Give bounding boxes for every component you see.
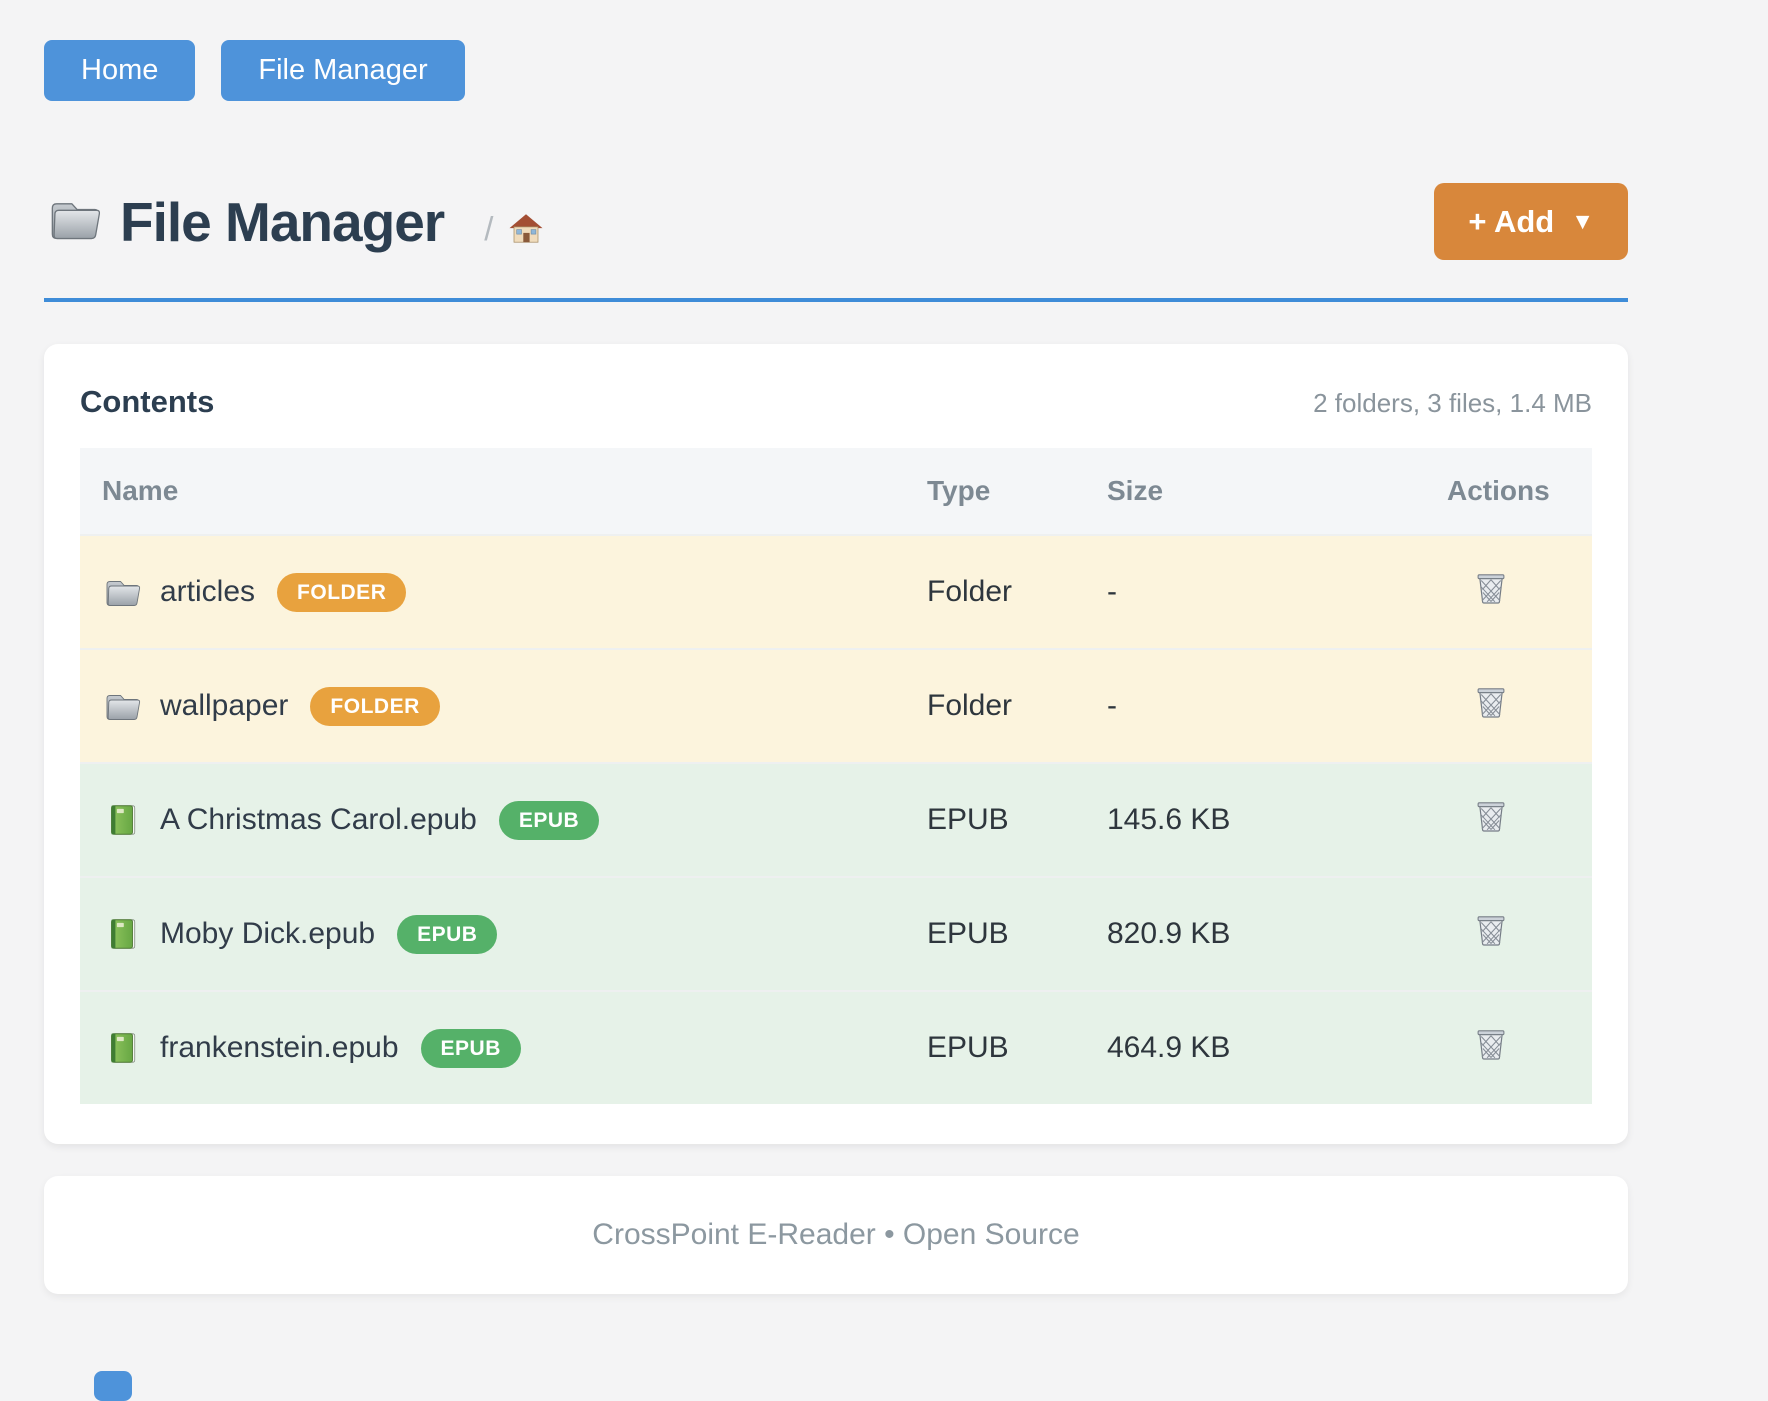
file-type: EPUB xyxy=(927,877,1107,991)
home-nav-button[interactable]: Home xyxy=(44,40,195,101)
file-type: EPUB xyxy=(927,763,1107,877)
file-type: EPUB xyxy=(927,991,1107,1104)
book-icon xyxy=(102,916,142,952)
table-row: articles FOLDER Folder - xyxy=(80,535,1592,649)
file-size: - xyxy=(1107,649,1447,763)
table-row: Moby Dick.epub EPUB EPUB 820.9 KB xyxy=(80,877,1592,991)
top-nav: Home File Manager xyxy=(44,40,1628,101)
home-icon[interactable] xyxy=(507,211,545,247)
book-icon xyxy=(102,1030,142,1066)
file-size: 820.9 KB xyxy=(1107,877,1447,991)
delete-button[interactable] xyxy=(1447,1025,1509,1066)
table-row: frankenstein.epub EPUB EPUB 464.9 KB xyxy=(80,991,1592,1104)
page-container: Home File Manager File Manager / + Add ▼… xyxy=(44,0,1628,1294)
file-name-link[interactable]: Moby Dick.epub xyxy=(160,917,375,951)
table-header-row: Name Type Size Actions xyxy=(80,448,1592,535)
contents-card-header: Contents 2 folders, 3 files, 1.4 MB xyxy=(80,384,1592,420)
table-row: wallpaper FOLDER Folder - xyxy=(80,649,1592,763)
header-divider xyxy=(44,298,1628,302)
folder-icon xyxy=(44,193,104,245)
contents-title: Contents xyxy=(80,384,214,420)
file-table: Name Type Size Actions articles FOLDER xyxy=(80,448,1592,1104)
delete-button[interactable] xyxy=(1447,797,1509,838)
trash-icon xyxy=(1473,797,1509,835)
contents-card: Contents 2 folders, 3 files, 1.4 MB Name… xyxy=(44,344,1628,1144)
delete-button[interactable] xyxy=(1447,683,1509,724)
file-name-link[interactable]: A Christmas Carol.epub xyxy=(160,803,477,837)
breadcrumb: / xyxy=(484,210,545,248)
column-header-name: Name xyxy=(80,448,927,535)
column-header-size: Size xyxy=(1107,448,1447,535)
page-header: File Manager / + Add ▼ xyxy=(44,183,1628,260)
epub-badge: EPUB xyxy=(397,915,497,954)
partial-button[interactable] xyxy=(94,1371,132,1401)
delete-button[interactable] xyxy=(1447,911,1509,952)
folder-badge: FOLDER xyxy=(310,687,439,726)
trash-icon xyxy=(1473,683,1509,721)
column-header-type: Type xyxy=(927,448,1107,535)
delete-button[interactable] xyxy=(1447,569,1509,610)
chevron-down-icon: ▼ xyxy=(1571,210,1594,233)
column-header-actions: Actions xyxy=(1447,448,1592,535)
file-type: Folder xyxy=(927,649,1107,763)
file-name-link[interactable]: articles xyxy=(160,575,255,609)
trash-icon xyxy=(1473,911,1509,949)
folder-icon xyxy=(102,688,142,724)
file-size: 464.9 KB xyxy=(1107,991,1447,1104)
epub-badge: EPUB xyxy=(499,801,599,840)
file-size: - xyxy=(1107,535,1447,649)
file-manager-nav-button[interactable]: File Manager xyxy=(221,40,464,101)
file-type: Folder xyxy=(927,535,1107,649)
file-name-link[interactable]: frankenstein.epub xyxy=(160,1031,399,1065)
table-row: A Christmas Carol.epub EPUB EPUB 145.6 K… xyxy=(80,763,1592,877)
footer-text: CrossPoint E-Reader • Open Source xyxy=(44,1218,1628,1252)
breadcrumb-separator: / xyxy=(484,210,493,248)
page-title: File Manager xyxy=(120,190,444,254)
trash-icon xyxy=(1473,569,1509,607)
trash-icon xyxy=(1473,1025,1509,1063)
book-icon xyxy=(102,802,142,838)
file-name-link[interactable]: wallpaper xyxy=(160,689,288,723)
add-button[interactable]: + Add ▼ xyxy=(1434,183,1628,260)
add-button-label: + Add xyxy=(1468,206,1554,237)
folder-icon xyxy=(102,574,142,610)
contents-summary: 2 folders, 3 files, 1.4 MB xyxy=(1313,388,1592,419)
footer: CrossPoint E-Reader • Open Source xyxy=(44,1176,1628,1294)
epub-badge: EPUB xyxy=(421,1029,521,1068)
folder-badge: FOLDER xyxy=(277,573,406,612)
file-size: 145.6 KB xyxy=(1107,763,1447,877)
